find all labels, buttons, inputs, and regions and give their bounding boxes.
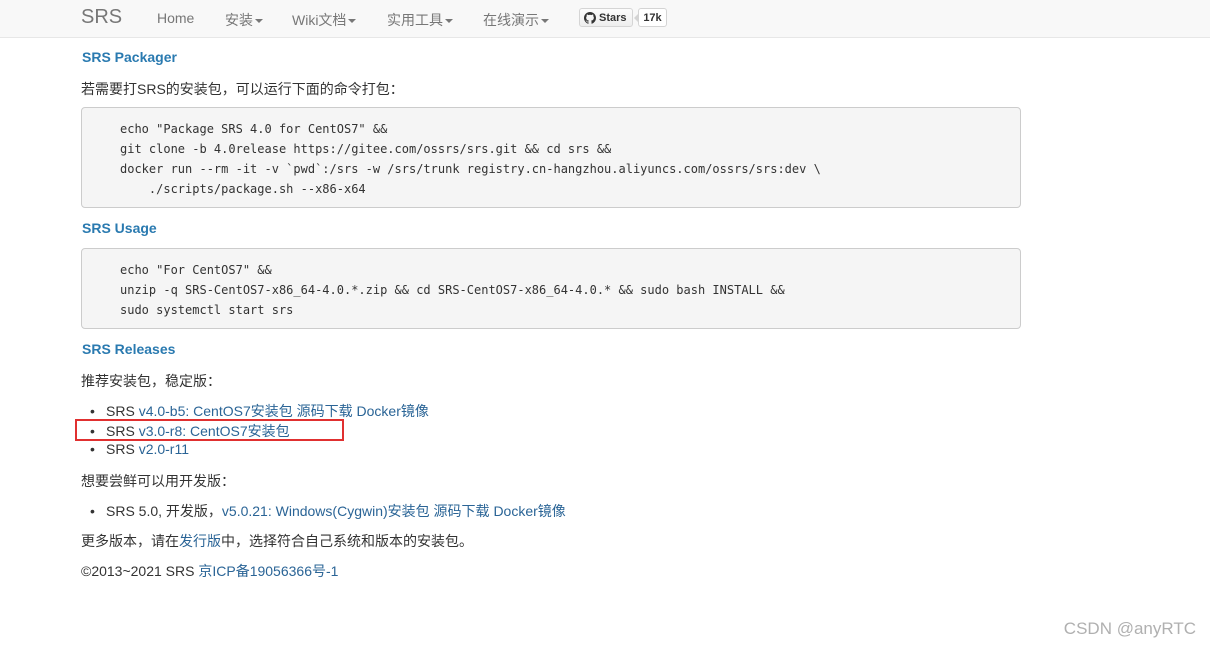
release-v4-centos7-link[interactable]: v4.0-b5: CentOS7安装包 — [139, 403, 293, 419]
github-stars-label: Stars — [599, 11, 627, 24]
list-item: • SRS v2.0-r11 — [90, 441, 189, 457]
release-prefix: SRS — [106, 403, 139, 419]
nav-home-label: Home — [157, 10, 195, 26]
code-line: echo "For CentOS7" && — [120, 263, 272, 277]
more-versions-text: 更多版本，请在发行版中，选择符合自己系统和版本的安装包。 — [81, 531, 473, 551]
csdn-watermark: CSDN @anyRTC — [1063, 619, 1196, 638]
github-stars-button[interactable]: Stars — [579, 8, 633, 27]
releases-heading[interactable]: SRS Releases — [82, 341, 175, 357]
icp-link[interactable]: 京ICP备19056366号-1 — [198, 563, 338, 579]
usage-code-block: echo "For CentOS7" && unzip -q SRS-CentO… — [81, 248, 1021, 329]
code-line: echo "Package SRS 4.0 for CentOS7" && — [120, 122, 388, 136]
release-v4-docker-link[interactable]: Docker镜像 — [357, 403, 429, 419]
bullet-icon: • — [90, 403, 95, 419]
code-line: unzip -q SRS-CentOS7-x86_64-4.0.*.zip &&… — [120, 283, 785, 297]
code-line: git clone -b 4.0release https://gitee.co… — [120, 142, 612, 156]
highlight-annotation-box — [75, 419, 344, 441]
copyright-text: ©2013~2021 SRS — [81, 563, 199, 579]
github-icon — [584, 11, 596, 24]
packager-code-block: echo "Package SRS 4.0 for CentOS7" && gi… — [81, 107, 1021, 208]
bullet-icon: • — [90, 503, 95, 519]
nav-demo-dropdown[interactable]: 在线演示 — [483, 10, 549, 30]
release-v2-link[interactable]: v2.0-r11 — [139, 441, 189, 457]
nav-tools-dropdown[interactable]: 实用工具 — [387, 10, 453, 30]
release-prefix: SRS — [106, 441, 139, 457]
more-prefix: 更多版本，请在 — [81, 533, 179, 549]
nav-install-dropdown[interactable]: 安装 — [225, 10, 263, 30]
release-dev-prefix: SRS 5.0, 开发版， — [106, 503, 222, 519]
stable-intro: 推荐安装包，稳定版： — [81, 373, 221, 389]
code-line: ./scripts/package.sh --x86-x64 — [120, 182, 366, 196]
nav-install-label: 安装 — [225, 12, 253, 28]
footer: ©2013~2021 SRS 京ICP备19056366号-1 — [81, 561, 338, 581]
list-item: • SRS v4.0-b5: CentOS7安装包 源码下载 Docker镜像 — [90, 401, 429, 421]
usage-heading[interactable]: SRS Usage — [82, 220, 157, 236]
nav-demo-label: 在线演示 — [483, 12, 539, 28]
nav-home[interactable]: Home — [157, 10, 194, 26]
packager-heading[interactable]: SRS Packager — [82, 49, 177, 65]
more-suffix: 中，选择符合自己系统和版本的安装包。 — [221, 533, 473, 549]
caret-down-icon — [348, 19, 357, 23]
release-v5-source-link[interactable]: 源码下载 — [434, 503, 490, 519]
caret-down-icon — [255, 19, 263, 23]
release-v5-windows-link[interactable]: v5.0.21: Windows(Cygwin)安装包 — [222, 503, 430, 519]
caret-down-icon — [541, 19, 549, 23]
brand-logo[interactable]: SRS — [81, 6, 122, 29]
releases-page-link[interactable]: 发行版 — [179, 533, 221, 549]
nav-wiki-dropdown[interactable]: Wiki文档 — [292, 10, 357, 30]
bullet-icon: • — [90, 441, 95, 457]
list-item: • SRS 5.0, 开发版，v5.0.21: Windows(Cygwin)安装… — [90, 501, 566, 521]
nav-wiki-label: Wiki文档 — [292, 12, 347, 28]
caret-down-icon — [445, 19, 453, 23]
code-line: sudo systemctl start srs — [120, 303, 294, 317]
top-navbar: SRS Home 安装 Wiki文档 实用工具 在线演示 Stars 17k — [0, 0, 1210, 38]
release-v4-source-link[interactable]: 源码下载 — [297, 403, 353, 419]
github-star-count[interactable]: 17k — [634, 8, 667, 27]
packager-intro: 若需要打SRS的安装包，可以运行下面的命令打包： — [81, 81, 404, 97]
code-line: docker run --rm -it -v `pwd`:/srs -w /sr… — [120, 162, 821, 176]
nav-tools-label: 实用工具 — [387, 12, 443, 28]
release-v5-docker-link[interactable]: Docker镜像 — [493, 503, 565, 519]
dev-intro: 想要尝鲜可以用开发版： — [81, 473, 235, 489]
